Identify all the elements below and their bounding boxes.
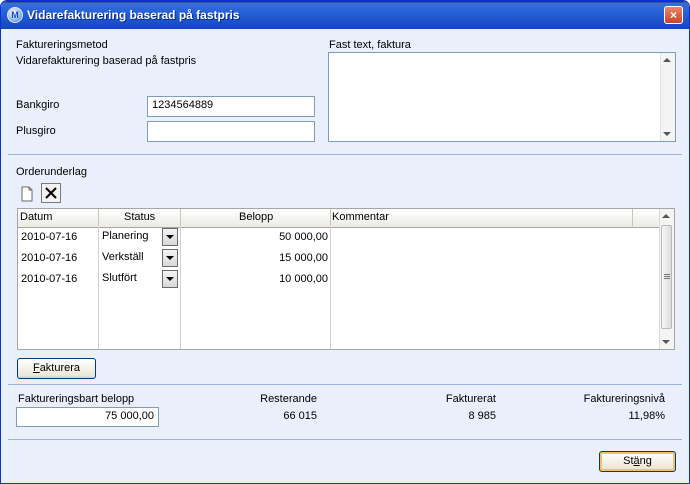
window-close-button[interactable]: × — [664, 6, 683, 24]
billing-level-label: Faktureringsnivå — [583, 393, 665, 405]
orders-section-label: Orderunderlag — [16, 166, 87, 178]
billable-amount-label: Faktureringsbart belopp — [18, 393, 135, 405]
close-button-label-start: St — [623, 455, 634, 467]
grid-scrollbar[interactable] — [659, 209, 674, 349]
grid-column-line — [98, 227, 99, 349]
status-dropdown-button[interactable] — [162, 249, 178, 267]
column-header-date[interactable]: Datum — [20, 211, 52, 223]
column-header-status[interactable]: Status — [124, 211, 155, 223]
grip-icon — [664, 274, 670, 275]
close-button-label-end: ng — [639, 455, 652, 467]
dialog-window: M Vidarefakturering baserad på fastpris … — [0, 0, 690, 484]
column-header-amount[interactable]: Belopp — [239, 211, 273, 223]
app-icon: M — [7, 7, 23, 23]
fixed-text-textarea[interactable] — [328, 52, 676, 142]
row-amount: 15 000,00 — [279, 252, 328, 264]
status-dropdown-button[interactable] — [162, 270, 178, 288]
new-row-button[interactable] — [17, 184, 37, 204]
close-button[interactable]: Stäng — [599, 451, 676, 472]
row-status[interactable]: Slutfört — [102, 272, 137, 284]
delete-row-button[interactable] — [41, 183, 61, 203]
scroll-up-icon[interactable] — [662, 214, 670, 218]
delete-x-icon — [45, 187, 57, 199]
new-document-icon — [21, 186, 33, 202]
column-divider[interactable] — [180, 209, 181, 226]
scroll-down-icon[interactable] — [663, 132, 671, 136]
column-divider[interactable] — [98, 209, 99, 226]
row-date: 2010-07-16 — [21, 273, 78, 285]
scroll-up-icon[interactable] — [663, 58, 671, 62]
bankgiro-label: Bankgiro — [16, 99, 60, 111]
billing-method-value: Vidarefakturering baserad på fastpris — [16, 55, 197, 67]
billing-level-value: 11,98% — [628, 410, 666, 422]
invoice-button-accel: F — [32, 362, 40, 374]
row-date: 2010-07-16 — [21, 252, 78, 264]
remaining-label: Resterande — [260, 393, 317, 405]
fixed-text-scrollbar[interactable] — [660, 53, 675, 141]
invoiced-label: Fakturerat — [445, 393, 496, 405]
grid-header: Datum Status Belopp Kommentar — [18, 209, 659, 228]
column-header-comment[interactable]: Kommentar — [332, 211, 389, 223]
title-bar[interactable]: M Vidarefakturering baserad på fastpris … — [1, 1, 689, 29]
row-amount: 50 000,00 — [279, 231, 328, 243]
remaining-value: 66 015 — [283, 410, 317, 422]
grid-column-line — [180, 227, 181, 349]
plusgiro-input[interactable] — [147, 121, 315, 142]
invoice-button[interactable]: Fakturera — [17, 358, 96, 379]
column-divider[interactable] — [632, 209, 633, 226]
row-status[interactable]: Planering — [102, 230, 148, 242]
billable-amount-field[interactable]: 75 000,00 — [16, 407, 159, 427]
row-amount: 10 000,00 — [279, 273, 328, 285]
plusgiro-label: Plusgiro — [16, 125, 56, 137]
row-date: 2010-07-16 — [21, 231, 78, 243]
separator-2 — [8, 384, 682, 385]
window-title: Vidarefakturering baserad på fastpris — [27, 8, 240, 22]
row-status[interactable]: Verkställ — [102, 251, 144, 263]
bankgiro-input[interactable]: 1234564889 — [147, 96, 315, 117]
grid-column-line — [330, 227, 331, 349]
invoice-button-label: akturera — [39, 362, 81, 374]
orders-grid[interactable]: Datum Status Belopp Kommentar 2010-07-16… — [17, 208, 675, 350]
status-dropdown-button[interactable] — [162, 228, 178, 246]
invoiced-value: 8 985 — [468, 410, 496, 422]
separator-3 — [8, 439, 682, 440]
separator-1 — [8, 154, 682, 155]
scroll-thumb[interactable] — [661, 225, 672, 329]
scroll-down-icon[interactable] — [662, 340, 670, 344]
column-divider[interactable] — [330, 209, 331, 226]
billing-method-label: Faktureringsmetod — [16, 39, 108, 51]
fixed-text-label: Fast text, faktura — [329, 39, 411, 51]
